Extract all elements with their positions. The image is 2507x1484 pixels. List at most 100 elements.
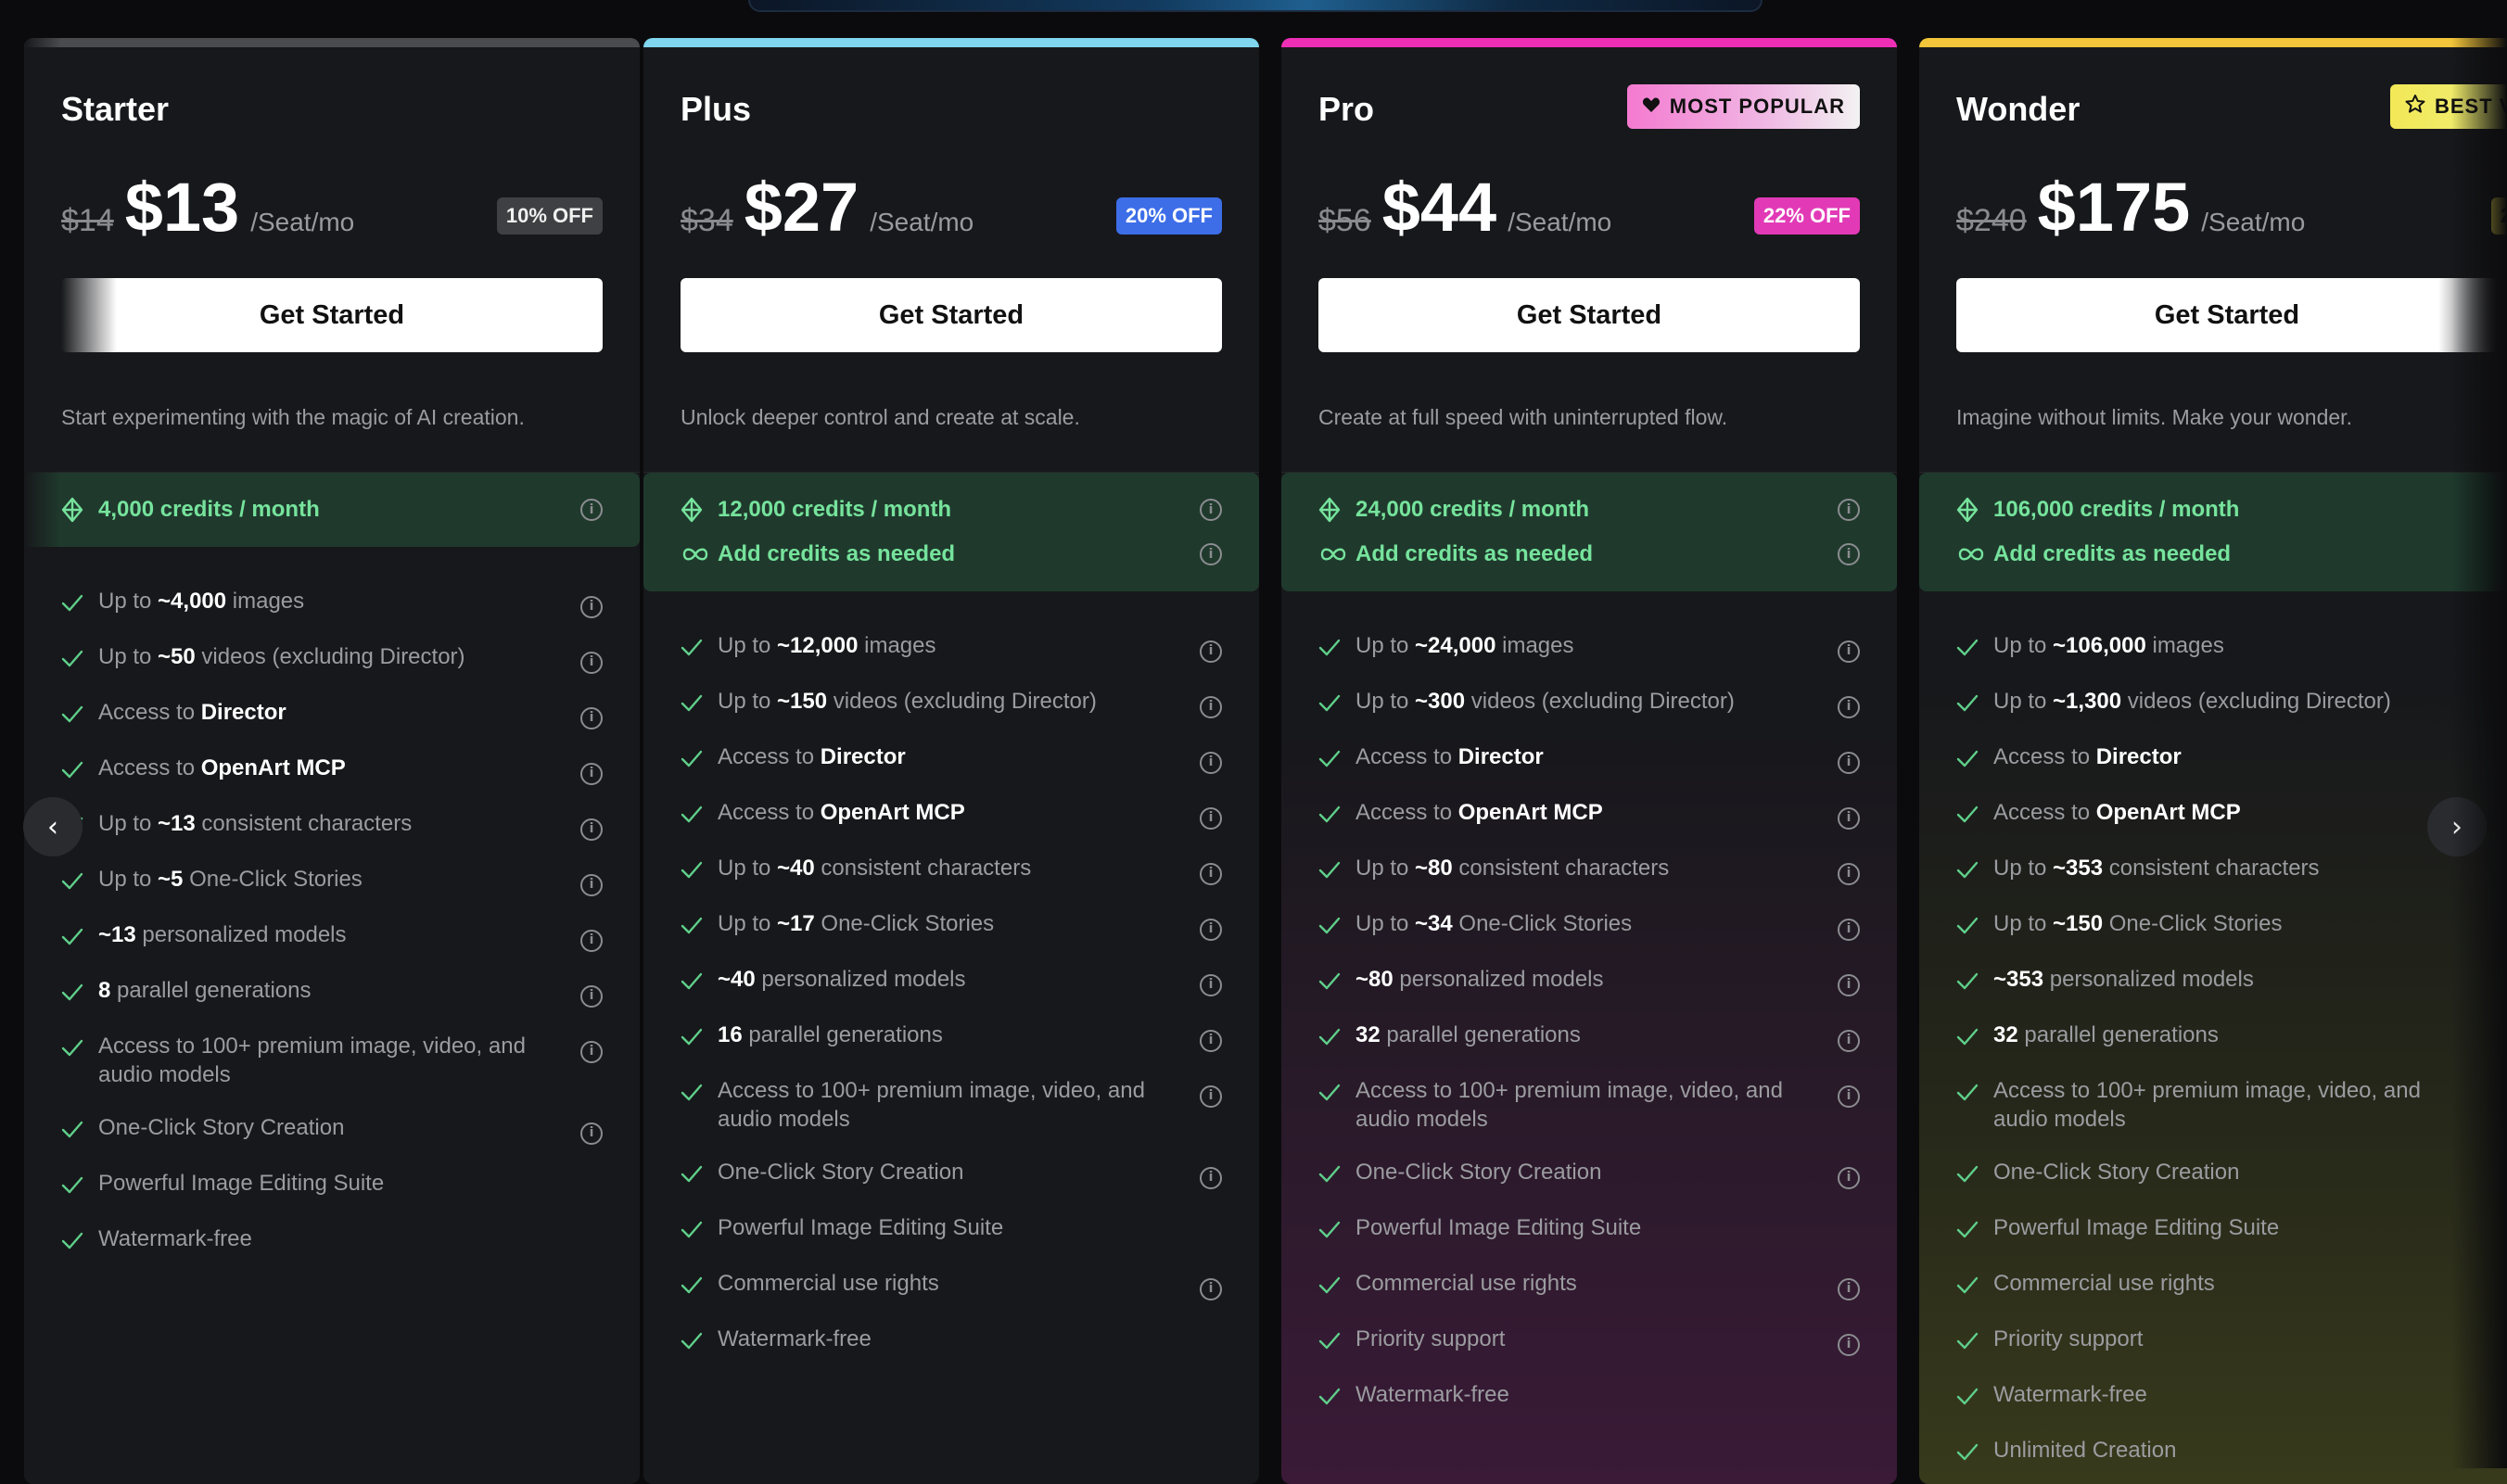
info-icon[interactable]: i	[1200, 695, 1222, 718]
info-icon[interactable]: i	[1200, 1166, 1222, 1189]
feature-text-pre: Up to	[1993, 911, 2054, 936]
feature-text-pre: Watermark-free	[1993, 1382, 2147, 1407]
check-icon	[1318, 963, 1355, 997]
info-icon[interactable]: i	[1838, 1277, 1860, 1300]
feature-text: Access to Director	[1355, 741, 1823, 771]
info-icon[interactable]: i	[1200, 918, 1222, 941]
plan-badge-label: MOST POPULAR	[1669, 95, 1845, 118]
info-icon[interactable]: i	[1838, 499, 1860, 521]
feature-list: Up to ~106,000 images Up to ~1,300 videos…	[1956, 629, 2498, 1484]
original-price: $34	[681, 203, 733, 238]
credits-row: Add credits as needed i	[1318, 532, 1860, 577]
check-icon	[1318, 1378, 1355, 1413]
feature-text: Up to ~24,000 images	[1355, 629, 1823, 660]
info-icon[interactable]: i	[580, 499, 603, 521]
feature-text-post: videos (excluding Director)	[1465, 689, 1735, 714]
get-started-button[interactable]: Get Started	[1956, 278, 2498, 352]
check-icon	[681, 1211, 718, 1246]
info-icon[interactable]: i	[580, 984, 603, 1008]
feature-text: Access to OpenArt MCP	[1355, 796, 1823, 827]
feature-text-pre: Access to 100+ premium image, video, and…	[1355, 1078, 1783, 1132]
info-icon[interactable]: i	[1200, 1029, 1222, 1052]
info-icon[interactable]: i	[1200, 640, 1222, 663]
credits-text: 4,000 credits / month	[98, 497, 320, 522]
plan-tagline: Create at full speed with uninterrupted …	[1318, 405, 1728, 429]
feature-info-slot: i	[1823, 685, 1860, 718]
info-icon[interactable]: i	[1200, 543, 1222, 565]
info-icon[interactable]: i	[1838, 695, 1860, 718]
feature-text-post: images	[2145, 633, 2224, 658]
feature-item: Up to ~80 consistent characters i	[1318, 852, 1860, 907]
feature-text: Access to Director	[1993, 741, 2461, 771]
info-icon[interactable]: i	[1200, 1084, 1222, 1108]
info-icon[interactable]: i	[580, 929, 603, 952]
feature-highlight: ~300	[1415, 689, 1466, 714]
check-icon	[1956, 1378, 1993, 1413]
info-icon[interactable]: i	[1200, 806, 1222, 830]
info-icon[interactable]: i	[1838, 543, 1860, 565]
info-icon[interactable]: i	[1838, 1084, 1860, 1108]
info-icon[interactable]: i	[580, 706, 603, 729]
feature-info-slot: i	[1185, 741, 1222, 774]
info-icon[interactable]: i	[1838, 1166, 1860, 1189]
plan-name: Wonder	[1956, 90, 2081, 128]
feature-info-slot: i	[566, 863, 603, 896]
check-icon	[681, 629, 718, 664]
info-icon[interactable]: i	[1200, 1277, 1222, 1300]
check-icon	[1318, 1267, 1355, 1301]
feature-highlight: ~150	[777, 689, 828, 714]
info-icon[interactable]: i	[1838, 640, 1860, 663]
info-icon[interactable]: i	[580, 873, 603, 896]
diamond-icon	[1318, 497, 1355, 523]
feature-text-post: parallel generations	[110, 978, 312, 1003]
credits-row: 12,000 credits / month i	[681, 488, 1222, 532]
get-started-button[interactable]: Get Started	[61, 278, 603, 352]
feature-item: Up to ~150 videos (excluding Director) i	[681, 685, 1222, 741]
info-icon[interactable]: i	[580, 595, 603, 618]
carousel-prev-button[interactable]: ‹	[23, 797, 83, 856]
original-price: $56	[1318, 203, 1371, 238]
feature-text-pre: Access to	[1355, 744, 1458, 769]
check-icon	[1956, 1019, 1993, 1053]
info-icon[interactable]: i	[1200, 751, 1222, 774]
feature-info-slot: i	[566, 641, 603, 674]
info-icon[interactable]: i	[1200, 862, 1222, 885]
info-icon[interactable]: i	[1838, 1333, 1860, 1356]
info-icon[interactable]: i	[580, 818, 603, 841]
feature-text: Access to 100+ premium image, video, and…	[1355, 1074, 1823, 1134]
feature-text-post: One-Click Stories	[2103, 911, 2283, 936]
info-icon[interactable]: i	[1838, 751, 1860, 774]
plan-tagline: Imagine without limits. Make your wonder…	[1956, 405, 2352, 429]
info-icon[interactable]: i	[1838, 862, 1860, 885]
feature-text-pre: Up to	[1355, 856, 1416, 881]
feature-highlight: ~50	[158, 644, 196, 669]
info-icon[interactable]: i	[1200, 499, 1222, 521]
feature-text-pre: Access to	[1355, 800, 1458, 825]
feature-text: Up to ~13 consistent characters	[98, 807, 566, 838]
info-icon[interactable]: i	[580, 762, 603, 785]
feature-text: 32 parallel generations	[1355, 1019, 1823, 1049]
price-row: $14 $13/Seat/mo	[61, 168, 354, 251]
info-icon[interactable]: i	[580, 651, 603, 674]
info-icon[interactable]: i	[1200, 973, 1222, 996]
feature-highlight: ~40	[718, 967, 756, 992]
info-icon[interactable]: i	[1838, 806, 1860, 830]
feature-text-post: videos (excluding Director)	[2121, 689, 2391, 714]
get-started-button[interactable]: Get Started	[681, 278, 1222, 352]
feature-item: Powerful Image Editing Suite	[61, 1167, 603, 1223]
feature-text: Watermark-free	[1355, 1378, 1823, 1409]
feature-info-slot: i	[1823, 629, 1860, 663]
check-icon	[681, 852, 718, 886]
feature-text-post: personalized models	[135, 922, 347, 947]
info-icon[interactable]: i	[580, 1040, 603, 1063]
info-icon[interactable]: i	[580, 1122, 603, 1145]
info-icon[interactable]: i	[1838, 918, 1860, 941]
feature-info-slot: i	[1823, 963, 1860, 996]
star-icon	[2405, 94, 2425, 120]
feature-item: Watermark-free	[61, 1223, 603, 1278]
check-icon	[681, 796, 718, 831]
info-icon[interactable]: i	[1838, 973, 1860, 996]
info-icon[interactable]: i	[1838, 1029, 1860, 1052]
get-started-button[interactable]: Get Started	[1318, 278, 1860, 352]
scroll-fade	[2451, 0, 2507, 1468]
